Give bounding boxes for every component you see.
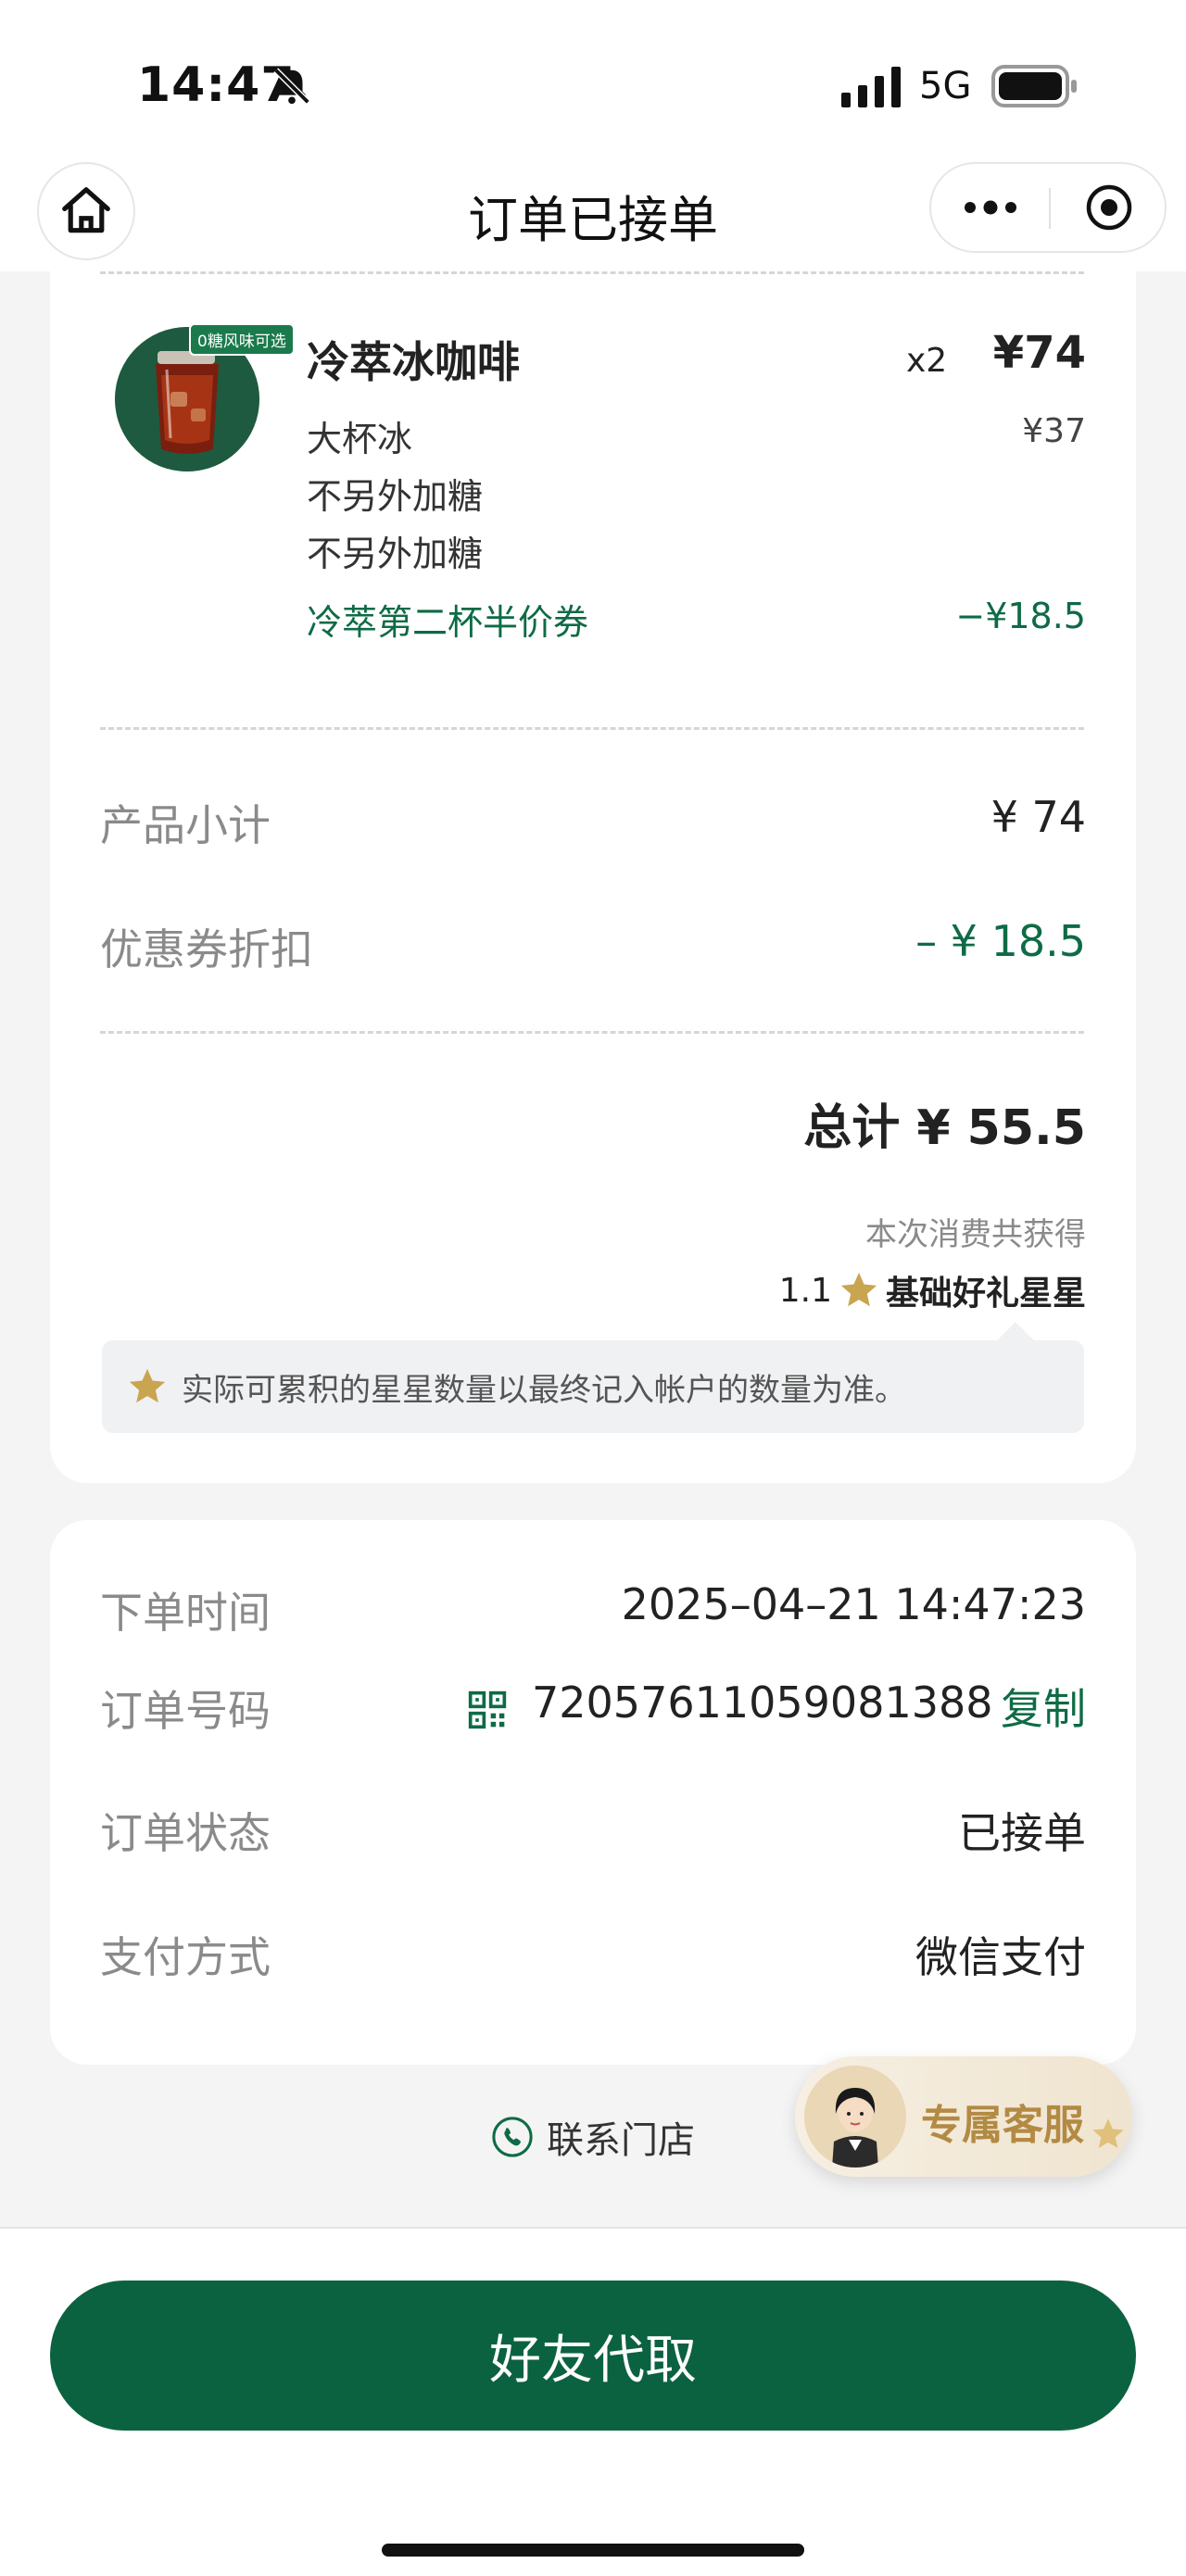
star-icon (129, 1368, 166, 1403)
battery-icon (991, 65, 1077, 107)
service-agent-icon (804, 2066, 906, 2168)
bell-muted-icon (273, 68, 310, 105)
stars-notice: 实际可累积的星星数量以最终记入帐户的数量为准。 (102, 1322, 1084, 1433)
customer-service-button[interactable]: 专属客服 (795, 2056, 1132, 2177)
item-name: 冷萃冰咖啡 (307, 337, 520, 387)
contact-store-button[interactable]: 联系门店 (491, 2110, 695, 2164)
status-bar: 14:47 5G (0, 0, 1186, 162)
order-time-label: 下单时间 (100, 1588, 271, 1638)
more-button[interactable] (931, 164, 1050, 251)
item-coupon-name: 冷萃第二杯半价券 (307, 602, 589, 643)
product-tag: 0糖风味可选 (189, 323, 295, 356)
order-items-card: 0糖风味可选 冷萃冰咖啡 x2 ¥74 大杯冰 ¥37 不另外加糖 不另外加糖 … (50, 271, 1136, 1483)
signal-icon (841, 67, 901, 107)
order-info-card: 下单时间 2025–04–21 14:47:23 订单号码 7205761105… (50, 1520, 1136, 2065)
order-number-value: 72057611059081388 (532, 1678, 993, 1728)
service-agent-avatar (804, 2066, 906, 2168)
network-label: 5G (919, 65, 972, 107)
nav-bar: 订单已接单 (0, 162, 1186, 271)
copy-order-number-button[interactable]: 复制 (1001, 1676, 1086, 1737)
qr-code-icon[interactable] (467, 1690, 508, 1730)
target-close-icon (1086, 184, 1132, 231)
stars-earned-row: 1.1 基础好礼星星 (779, 1266, 1086, 1314)
more-dots-icon (965, 200, 1016, 215)
customer-service-label: 专属客服 (921, 2102, 1084, 2149)
stars-earned-count: 1.1 (778, 1271, 832, 1310)
discount-label: 优惠券折扣 (100, 924, 313, 974)
friend-pickup-button[interactable]: 好友代取 (50, 2281, 1136, 2431)
item-option: 不另外加糖 (307, 476, 484, 517)
notice-text: 实际可累积的星星数量以最终记入帐户的数量为准。 (182, 1371, 906, 1409)
order-status-label: 订单状态 (100, 1808, 271, 1858)
order-time-value: 2025–04–21 14:47:23 (621, 1579, 1086, 1629)
order-number-label: 订单号码 (100, 1686, 271, 1736)
discount-value: – ¥ 18.5 (915, 916, 1086, 966)
payment-method-value: 微信支付 (915, 1932, 1086, 1982)
divider (100, 727, 1084, 730)
subtotal-label: 产品小计 (100, 800, 271, 850)
contact-store-label: 联系门店 (547, 2119, 695, 2162)
star-icon (840, 1272, 877, 1307)
star-decoration-icon (1092, 2118, 1124, 2148)
divider (100, 271, 1084, 274)
order-status-value: 已接单 (958, 1808, 1086, 1858)
stars-earned-label: 基础好礼星星 (885, 1275, 1086, 1313)
close-mini-program-button[interactable] (1052, 164, 1167, 251)
order-total: 总计 ¥ 55.5 (803, 1100, 1086, 1156)
item-quantity: x2 (906, 342, 948, 380)
subtotal-value: ¥ 74 (990, 792, 1086, 842)
divider (100, 1031, 1084, 1034)
home-indicator (382, 2544, 804, 2557)
item-coupon-value: −¥18.5 (955, 596, 1086, 636)
item-option: 大杯冰 (307, 419, 413, 459)
notice-pointer (997, 1322, 1034, 1359)
capsule-divider (1049, 188, 1051, 229)
item-price: ¥74 (992, 327, 1086, 379)
payment-method-label: 支付方式 (100, 1932, 271, 1982)
mini-program-capsule (929, 162, 1167, 253)
item-unit-price: ¥37 (1022, 412, 1086, 450)
phone-icon (492, 2117, 533, 2157)
bottom-bar: 好友代取 (0, 2227, 1186, 2576)
stars-earned-note: 本次消费共获得 (865, 1216, 1086, 1253)
item-option: 不另外加糖 (307, 534, 484, 574)
